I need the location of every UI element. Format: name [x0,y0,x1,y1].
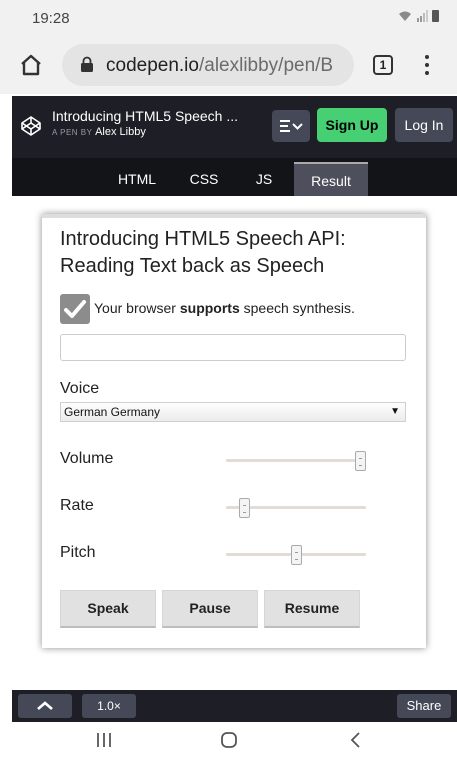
pen-byline: A PEN BY Alex Libby [52,126,146,138]
result-frame: Introducing HTML5 Speech API: Reading Te… [12,196,457,690]
home-icon[interactable] [18,52,44,78]
signal-icon [417,10,428,22]
demo-title: Introducing HTML5 Speech API: Reading Te… [60,228,346,277]
browser-toolbar: codepen.io/alexlibby/pen/B 1 [0,36,457,94]
tab-switcher-button[interactable]: 1 [373,55,393,75]
pause-button[interactable]: Pause [162,590,258,628]
pen-author[interactable]: Alex Libby [95,126,146,138]
slider-thumb[interactable] [238,498,250,518]
browser-menu-icon[interactable] [420,52,434,78]
slider-track [226,459,366,462]
voice-selected: German Germany [64,405,161,419]
address-bar[interactable]: codepen.io/alexlibby/pen/B [62,44,354,86]
tab-css[interactable]: CSS [172,162,236,196]
tab-html[interactable]: HTML [102,162,172,196]
zoom-button[interactable]: 1.0× [82,694,136,718]
chevron-up-icon [37,701,53,710]
pitch-slider[interactable] [226,544,366,565]
rate-slider[interactable] [226,497,366,518]
status-time: 19:28 [32,10,70,27]
sign-up-button[interactable]: Sign Up [317,108,387,142]
url-host: codepen.io [106,55,199,76]
tab-result[interactable]: Result [294,162,368,196]
support-suffix: speech synthesis. [239,300,355,316]
back-icon[interactable] [346,730,366,750]
slider-thumb[interactable] [290,545,302,565]
support-prefix: Your browser [94,300,180,316]
log-in-button[interactable]: Log In [395,108,453,142]
voice-select[interactable]: German Germany ▼ [60,402,406,422]
change-view-button[interactable] [272,110,310,142]
codepen-footer: 1.0× Share [12,690,457,722]
resume-button[interactable]: Resume [264,590,360,628]
editor-tabs: HTML CSS JS Result [12,158,457,196]
pitch-label: Pitch [60,544,96,561]
tab-js[interactable]: JS [236,162,292,196]
battery-icon [432,10,439,22]
volume-label: Volume [60,450,114,467]
slider-thumb[interactable] [355,451,366,471]
dropdown-caret-icon: ▼ [390,406,400,417]
home-circle-icon[interactable] [219,730,239,750]
share-button[interactable]: Share [397,694,451,718]
speech-text-input[interactable] [60,334,406,361]
speak-button[interactable]: Speak [60,590,156,628]
status-bar: 19:28 [0,0,457,36]
byline-prefix: A PEN BY [52,128,93,137]
codepen-header: Introducing HTML5 Speech ... A PEN BY Al… [12,96,457,158]
codepen-logo-icon[interactable] [20,115,42,137]
volume-slider[interactable] [226,450,366,471]
collapse-button[interactable] [18,694,72,718]
voice-label: Voice [60,380,100,397]
support-bold: supports [179,300,240,316]
checkmark-icon [60,294,90,324]
url-path: /alexlibby/pen/B [198,55,334,76]
lock-icon [81,56,93,72]
support-message: Your browser supports speech synthesis. [94,300,355,316]
recent-apps-icon[interactable] [94,730,114,750]
rate-label: Rate [60,497,94,514]
pen-title: Introducing HTML5 Speech ... [52,108,238,124]
url-text: codepen.io/alexlibby/pen/B [106,55,333,77]
speech-demo-card: Introducing HTML5 Speech API: Reading Te… [42,214,426,648]
wifi-icon [399,11,411,21]
android-navigation-bar [0,722,457,758]
layout-icon [280,120,303,132]
status-icons [398,10,439,22]
